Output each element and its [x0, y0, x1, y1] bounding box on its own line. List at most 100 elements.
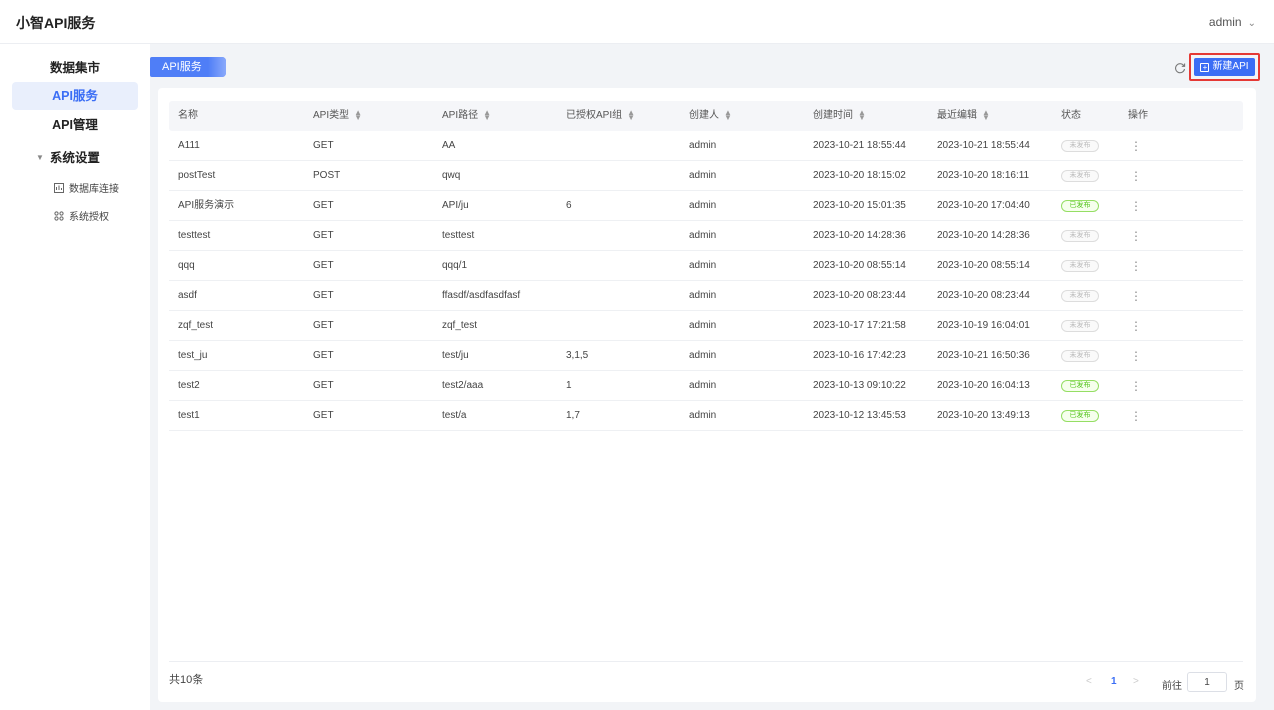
column-header-name: 名称 [178, 110, 198, 121]
column-header-status: 状态 [1061, 110, 1081, 121]
cell-path: qqq/1 [442, 260, 468, 271]
column-header-groups[interactable]: 已授权API组 ▲ ▼ [566, 101, 635, 131]
column-header-created[interactable]: 创建时间 ▲ ▼ [813, 101, 866, 131]
cell-edited: 2023-10-20 13:49:13 [937, 410, 1030, 421]
prev-page-button[interactable]: < [1086, 676, 1092, 687]
more-actions-icon[interactable]: ⋮ [1130, 191, 1142, 221]
column-header-path[interactable]: API路径 ▲ ▼ [442, 101, 491, 131]
column-header-edited[interactable]: 最近编辑 ▲ ▼ [937, 101, 990, 131]
table-row[interactable]: zqf_test GET zqf_test admin 2023-10-17 17:21… [169, 311, 1243, 341]
new-api-button[interactable]: + 新建API [1194, 58, 1255, 76]
cell-created: 2023-10-17 17:21:58 [813, 320, 906, 331]
cell-path: testtest [442, 230, 475, 241]
cell-name: qqq [178, 260, 195, 271]
user-menu[interactable]: admin ⌄ [1209, 15, 1256, 29]
cell-creator: admin [689, 380, 717, 391]
table-row[interactable]: test1 GET test/a 1,7 admin 2023-10-12 13:45:5… [169, 401, 1243, 431]
table-row[interactable]: asdf GET ffasdf/asdfasdfasf admin 2023-10-20… [169, 281, 1243, 311]
cell-name: asdf [178, 290, 197, 301]
column-header-creator[interactable]: 创建人 ▲ ▼ [689, 101, 732, 131]
goto-suffix: 页 [1234, 681, 1244, 692]
sidebar-item-label: API服务 [52, 89, 98, 103]
cell-edited: 2023-10-20 14:28:36 [937, 230, 1030, 241]
cell-type: GET [313, 380, 334, 391]
sort-icon[interactable]: ▲ ▼ [982, 109, 990, 122]
cell-created: 2023-10-16 17:42:23 [813, 350, 906, 361]
table-row[interactable]: postTest POST qwq admin 2023-10-20 18:15:02 2… [169, 161, 1243, 191]
column-header-actions: 操作 [1128, 110, 1148, 121]
table-row[interactable]: qqq GET qqq/1 admin 2023-10-20 08:55:14 2023-… [169, 251, 1243, 281]
status-badge: 未发布 [1061, 320, 1099, 332]
cell-edited: 2023-10-21 16:50:36 [937, 350, 1030, 361]
sort-icon[interactable]: ▲ ▼ [483, 109, 491, 122]
next-page-button[interactable]: > [1133, 676, 1139, 687]
sidebar-item-label: API管理 [52, 118, 98, 132]
sidebar-item-api-service[interactable]: API服务 [12, 82, 138, 110]
status-badge: 未发布 [1061, 140, 1099, 152]
tab-api-service[interactable]: API服务 [150, 57, 226, 77]
more-actions-icon[interactable]: ⋮ [1130, 401, 1142, 431]
cell-name: test_ju [178, 350, 208, 361]
more-actions-icon[interactable]: ⋮ [1130, 161, 1142, 191]
status-badge: 未发布 [1061, 230, 1099, 242]
cell-path: qwq [442, 170, 461, 181]
cell-type: GET [313, 260, 334, 271]
tab-label: API服务 [162, 61, 202, 73]
footer-divider [169, 661, 1243, 662]
cell-path: test/ju [442, 350, 469, 361]
cell-creator: admin [689, 260, 717, 271]
cell-created: 2023-10-12 13:45:53 [813, 410, 906, 421]
cell-type: GET [313, 200, 334, 211]
column-header-type[interactable]: API类型 ▲ ▼ [313, 101, 362, 131]
cell-creator: admin [689, 350, 717, 361]
cell-name: A111 [178, 140, 200, 151]
sidebar-group-system-settings[interactable]: ▼ 系统设置 [36, 147, 100, 166]
cell-name: testtest [178, 230, 211, 241]
cell-created: 2023-10-21 18:55:44 [813, 140, 906, 151]
status-badge: 已发布 [1061, 410, 1099, 422]
refresh-icon[interactable] [1173, 61, 1187, 75]
more-actions-icon[interactable]: ⋮ [1130, 311, 1142, 341]
sidebar-item-label: 数据库连接 [69, 184, 119, 195]
more-actions-icon[interactable]: ⋮ [1130, 221, 1142, 251]
more-actions-icon[interactable]: ⋮ [1130, 281, 1142, 311]
goto-label: 前往 [1162, 681, 1182, 692]
table-row[interactable]: test2 GET test2/aaa 1 admin 2023-10-13 09:10:… [169, 371, 1243, 401]
table-row[interactable]: A111 GET AA admin 2023-10-21 18:55:44 2023-10… [169, 131, 1243, 161]
more-actions-icon[interactable]: ⋮ [1130, 131, 1142, 161]
cell-type: GET [313, 320, 334, 331]
cell-name: API服务演示 [178, 200, 235, 211]
sort-icon[interactable]: ▲ ▼ [724, 109, 732, 122]
goto-page-input[interactable] [1187, 672, 1227, 692]
cell-edited: 2023-10-20 16:04:13 [937, 380, 1030, 391]
table-row[interactable]: API服务演示 GET API/ju 6 admin 2023-10-20 15:01:3… [169, 191, 1243, 221]
top-bar: 小智API服务 admin ⌄ [0, 0, 1274, 44]
cell-created: 2023-10-13 09:10:22 [813, 380, 906, 391]
cell-path: AA [442, 140, 456, 151]
cell-name: test2 [178, 380, 200, 391]
cell-path: test2/aaa [442, 380, 484, 391]
more-actions-icon[interactable]: ⋮ [1130, 251, 1142, 281]
more-actions-icon[interactable]: ⋮ [1130, 341, 1142, 371]
table-row[interactable]: test_ju GET test/ju 3,1,5 admin 2023-10-16 17… [169, 341, 1243, 371]
cell-path: zqf_test [442, 320, 478, 331]
sort-icon[interactable]: ▲ ▼ [858, 109, 866, 122]
page-number-current[interactable]: 1 [1111, 676, 1117, 687]
sidebar-item-system-authorization[interactable]: 系统授权 [54, 208, 109, 223]
sidebar-item-api-management[interactable]: API管理 [12, 111, 138, 139]
sidebar-item-data-market[interactable]: 数据集市 [12, 54, 138, 82]
cell-created: 2023-10-20 18:15:02 [813, 170, 906, 181]
sort-icon[interactable]: ▲ ▼ [627, 109, 635, 122]
cell-creator: admin [689, 290, 717, 301]
sort-icon[interactable]: ▲ ▼ [354, 109, 362, 122]
cell-type: GET [313, 140, 334, 151]
user-name: admin [1208, 15, 1242, 29]
more-actions-icon[interactable]: ⋮ [1130, 371, 1142, 401]
cell-groups: 1,7 [566, 410, 580, 421]
table-row[interactable]: testtest GET testtest admin 2023-10-20 14:28… [169, 221, 1243, 251]
cell-type: GET [313, 230, 334, 241]
tab-tail [207, 57, 226, 77]
cell-edited: 2023-10-20 08:55:14 [937, 260, 1030, 271]
cell-edited: 2023-10-21 18:55:44 [937, 140, 1030, 151]
sidebar-item-db-connection[interactable]: 数据库连接 [54, 180, 119, 195]
